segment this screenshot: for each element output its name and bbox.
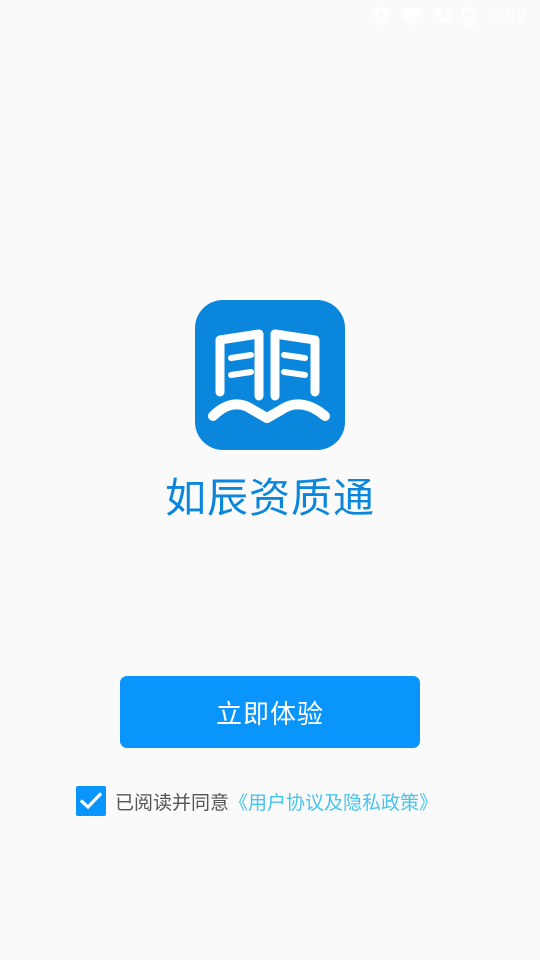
- agreement-row: 已阅读并同意 《用户协议及隐私政策》: [76, 786, 438, 816]
- app-logo: [195, 300, 345, 450]
- start-experience-button[interactable]: 立即体验: [120, 676, 420, 748]
- status-bar: 2:52: [0, 0, 540, 36]
- phone-icon: [433, 7, 453, 27]
- agreement-checkbox[interactable]: [76, 786, 106, 816]
- battery-icon: [463, 6, 476, 27]
- checkmark-icon: [80, 792, 102, 810]
- app-name: 如辰资质通: [165, 474, 375, 522]
- status-icons: 2:52: [373, 5, 528, 28]
- agreement-link[interactable]: 《用户协议及隐私政策》: [229, 788, 438, 815]
- book-logo-icon: [208, 329, 330, 423]
- location-icon: [373, 6, 390, 27]
- status-time: 2:52: [487, 5, 528, 27]
- agreement-text: 已阅读并同意: [115, 791, 230, 814]
- wifi-icon: [399, 7, 424, 27]
